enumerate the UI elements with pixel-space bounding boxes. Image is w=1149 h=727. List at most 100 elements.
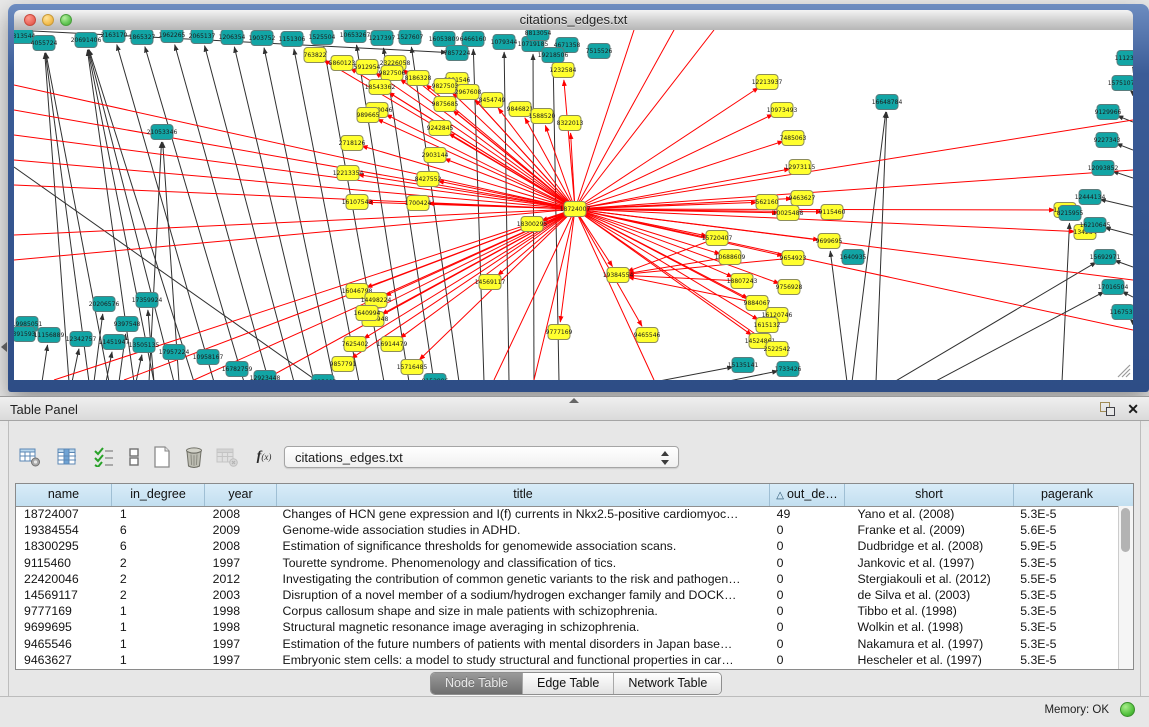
graph-edge[interactable] <box>876 112 887 380</box>
table-row[interactable]: 911546021997Tourette syndrome. Phenomeno… <box>16 555 1119 571</box>
graph-node[interactable]: 12342757 <box>66 332 97 347</box>
graph-node[interactable]: 2967608 <box>455 85 482 100</box>
graph-node[interactable]: 18807243 <box>727 274 758 289</box>
graph-node[interactable]: 18724007 <box>560 202 591 217</box>
graph-node[interactable]: 15751074 <box>1108 76 1133 91</box>
graph-node[interactable]: 9827506 <box>379 66 406 81</box>
graph-node[interactable]: 2065137 <box>189 30 216 44</box>
graph-node[interactable]: 763822 <box>304 48 327 63</box>
graph-node[interactable]: 9397548 <box>114 317 141 332</box>
table-row[interactable]: 969969511998Structural magnetic resonanc… <box>16 619 1119 635</box>
graph-node[interactable]: 1635605 <box>310 375 337 381</box>
table-row[interactable]: 1872400712008Changes of HCN gene express… <box>16 506 1119 522</box>
column-header-year[interactable]: year <box>205 484 277 506</box>
delete-table-icon[interactable] <box>181 445 207 469</box>
tab-network-table[interactable]: Network Table <box>614 673 721 694</box>
graph-node[interactable]: 7485063 <box>780 131 807 146</box>
graph-node[interactable]: 9699695 <box>816 234 843 249</box>
graph-node[interactable]: 1232584 <box>550 63 577 78</box>
graph-node[interactable]: 16914479 <box>377 337 408 352</box>
graph-node[interactable]: 1640935 <box>840 250 867 265</box>
graph-node[interactable]: 8454749 <box>479 93 506 108</box>
graph-edge[interactable] <box>894 262 1096 380</box>
column-header-short[interactable]: short <box>845 484 1014 506</box>
graph-node[interactable]: 13505135 <box>129 338 160 353</box>
table-row[interactable]: 946362711997Embryonic stem cells: a mode… <box>16 652 1119 668</box>
graph-node[interactable]: 391593 <box>14 327 36 342</box>
graph-node[interactable]: 1217397 <box>369 31 396 46</box>
graph-edge[interactable] <box>654 367 733 380</box>
graph-node[interactable]: 9857791 <box>330 357 357 372</box>
graph-node[interactable]: 14569117 <box>475 275 506 290</box>
graph-edge[interactable] <box>136 355 142 380</box>
graph-edge[interactable] <box>106 352 112 380</box>
network-canvas[interactable]: 1872400776382258601235912954232260589827… <box>14 30 1133 380</box>
graph-node[interactable]: 989665 <box>357 108 380 123</box>
graph-node[interactable]: 18300295 <box>517 217 548 232</box>
table-scrollbar[interactable] <box>1118 506 1133 669</box>
graph-node[interactable]: 17359924 <box>132 293 163 308</box>
column-header-out-degree[interactable]: △out_de… <box>770 484 845 506</box>
graph-node[interactable]: 16648784 <box>872 95 903 110</box>
graph-node[interactable]: 16210645 <box>1080 218 1111 233</box>
graph-edge[interactable] <box>575 170 1133 209</box>
table-row[interactable]: 1830029562008Estimation of significance … <box>16 538 1119 554</box>
graph-node[interactable]: 1525504 <box>309 30 336 45</box>
graph-edge[interactable] <box>14 209 575 235</box>
graph-node[interactable]: 9875685 <box>432 97 459 112</box>
graph-node[interactable]: 562160 <box>756 195 779 210</box>
graph-node[interactable]: 1588520 <box>529 109 556 124</box>
graph-edge[interactable] <box>1132 67 1133 68</box>
graph-node[interactable]: 5860123 <box>329 56 356 71</box>
graph-edge[interactable] <box>560 209 575 322</box>
table-row[interactable]: 1938455462009Genome-wide association stu… <box>16 522 1119 538</box>
graph-edge[interactable] <box>564 80 575 209</box>
table-row[interactable]: 946554611997Estimation of the future num… <box>16 636 1119 652</box>
select-columns-check-icon[interactable] <box>91 445 117 469</box>
close-panel-icon[interactable]: ✕ <box>1127 400 1139 418</box>
graph-node[interactable]: 21053346 <box>147 125 178 140</box>
graph-edge[interactable] <box>1116 144 1133 150</box>
graph-node[interactable]: 7515526 <box>586 44 613 59</box>
graph-node[interactable]: 5912954 <box>354 60 381 75</box>
table-settings-icon[interactable] <box>17 445 43 469</box>
graph-node[interactable]: 9115460 <box>819 205 846 220</box>
scrollbar-thumb[interactable] <box>1121 508 1130 552</box>
column-header-name[interactable]: name <box>16 484 112 506</box>
graph-node[interactable]: 12923448 <box>250 371 281 381</box>
graph-node[interactable]: 1112353 <box>1115 51 1133 66</box>
graph-node[interactable]: 2522542 <box>764 342 791 357</box>
graph-node[interactable]: 15720407 <box>702 231 733 246</box>
graph-node[interactable]: 20206576 <box>89 297 120 312</box>
collapse-panel-arrow-icon[interactable] <box>1 342 7 352</box>
split-pane-handle-icon[interactable] <box>569 398 579 403</box>
graph-node[interactable]: 10688609 <box>715 250 746 265</box>
graph-node[interactable]: 1640994 <box>354 306 381 321</box>
graph-edge[interactable] <box>175 45 269 380</box>
graph-node[interactable]: 8186328 <box>405 71 432 86</box>
table-selector-dropdown[interactable]: citations_edges.txt <box>284 446 679 468</box>
graph-node[interactable]: 1151306 <box>279 32 306 47</box>
graph-node[interactable]: 1733426 <box>775 362 802 377</box>
graph-node[interactable]: 1206354 <box>219 30 246 45</box>
float-panel-icon[interactable] <box>1100 402 1115 416</box>
graph-edge[interactable] <box>575 209 613 267</box>
graph-node[interactable]: 12973115 <box>785 160 816 175</box>
graph-node[interactable]: 11156889 <box>34 328 65 343</box>
graph-node[interactable]: 9777169 <box>546 325 573 340</box>
graph-node[interactable]: 8215955 <box>1057 206 1084 221</box>
table-row[interactable]: 1456911722003Disruption of a novel membe… <box>16 587 1119 603</box>
graph-node[interactable]: 12213354 <box>333 166 364 181</box>
graph-edge[interactable] <box>383 48 434 380</box>
graph-node[interactable]: 1865327 <box>129 30 156 45</box>
graph-node[interactable]: 7625402 <box>342 337 369 352</box>
column-selector-icon[interactable] <box>54 445 80 469</box>
graph-edge[interactable] <box>94 314 103 380</box>
graph-node[interactable]: 17016504 <box>1098 280 1129 295</box>
row-height-icon[interactable] <box>121 445 147 469</box>
graph-node[interactable]: 15692971 <box>1090 250 1121 265</box>
graph-node[interactable]: 15716485 <box>397 360 428 375</box>
function-builder-icon[interactable]: f(x) <box>251 445 277 469</box>
graph-node[interactable]: 1903752 <box>249 31 276 46</box>
graph-edge[interactable] <box>54 209 575 380</box>
